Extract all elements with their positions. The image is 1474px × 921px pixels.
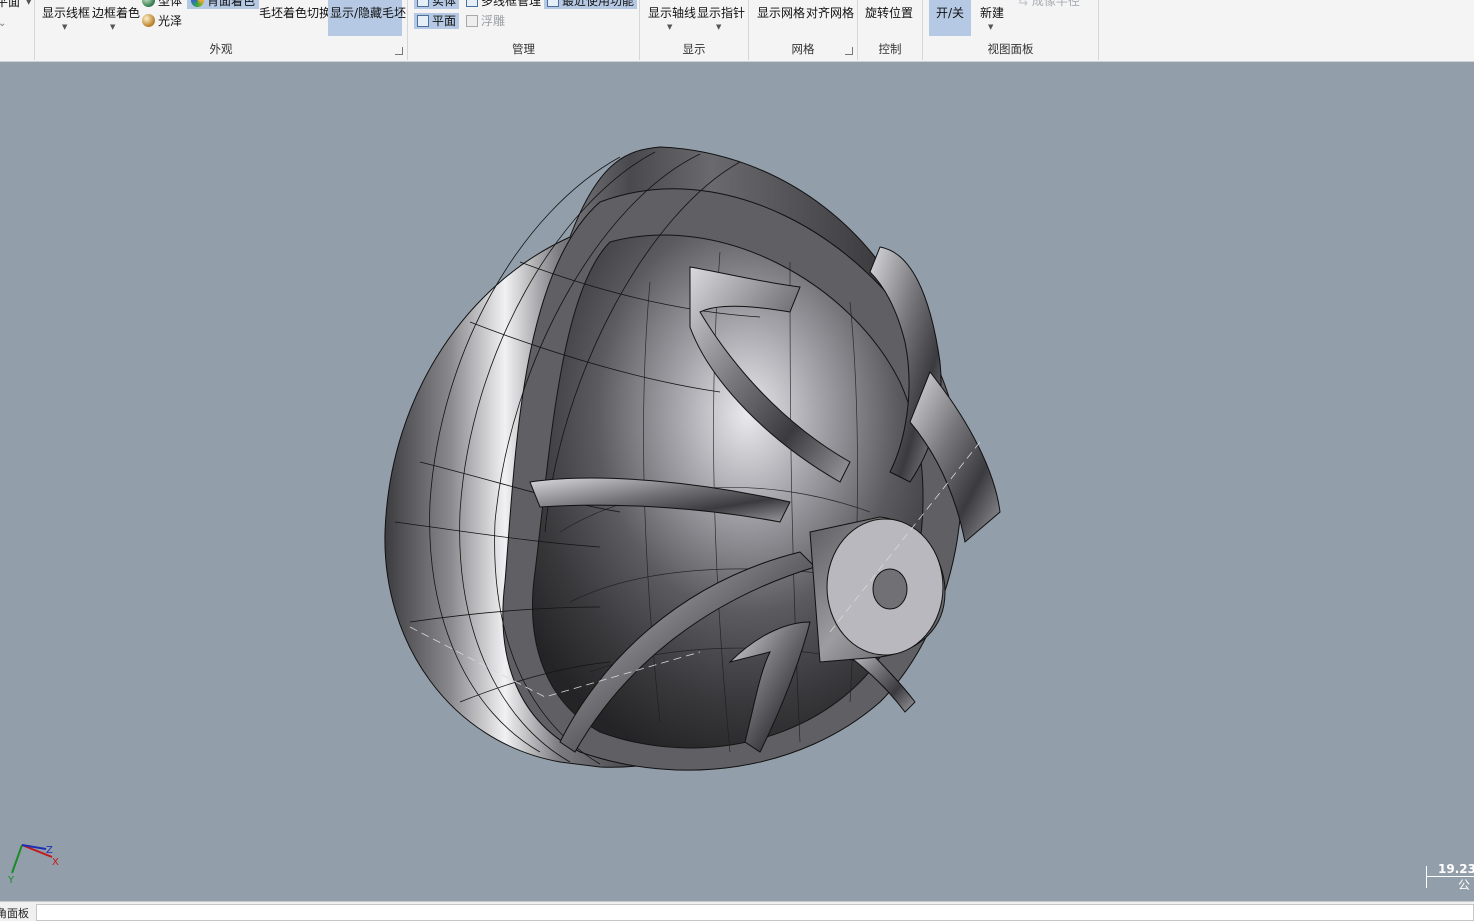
bottom-panel-bar: 角面板	[0, 901, 1474, 921]
rotate-position-button[interactable]: 旋转位置	[865, 5, 913, 21]
appearance-group-label: 外观	[209, 42, 233, 56]
show-wireframe-button[interactable]: 显示线框	[42, 5, 90, 21]
wireframe-manager-button[interactable]: 多线框管理	[466, 0, 541, 9]
3d-viewport[interactable]: Y X Z 19.23 公	[0, 62, 1474, 901]
ribbon-group-appearance: 显示线框 ▼ 边框着色 ▼ 型体 光泽 背面着色 毛坯着色切换 显示/隐藏毛坯 …	[35, 0, 408, 60]
axis-y-label: Y	[7, 875, 15, 886]
ribbon-group-grid: 显示网格 对齐网格 网格	[749, 0, 858, 60]
plane-icon	[417, 15, 429, 27]
axis-triad: Y X Z	[7, 844, 59, 886]
shading-ball-icon	[142, 0, 155, 7]
previous-group-button[interactable]: 平面	[0, 0, 20, 10]
view-panel-group-label: 视图面板	[987, 42, 1034, 56]
panel-tab[interactable]: 角面板	[0, 905, 29, 921]
show-grid-button[interactable]: 显示网格	[757, 5, 805, 21]
float-icon	[466, 15, 478, 27]
manage-group-label: 管理	[512, 42, 535, 56]
solid-button[interactable]: 实体	[414, 0, 460, 9]
chevron-down-icon: ▼	[110, 23, 116, 31]
ribbon-group-view-panel: 开/关 新建 ▼ ⇆ 成像半径 视图面板	[923, 0, 1099, 60]
wireframe-manager-icon	[466, 0, 478, 7]
gloss-ball-icon	[142, 14, 155, 27]
impeller-model[interactable]: Y X Z	[0, 62, 1474, 901]
ribbon-group-display: 显示轴线 ▼ 显示指针 ▼ 显示	[640, 0, 749, 60]
axis-z-label: Z	[46, 845, 53, 856]
recent-functions-label: 最近使用功能	[562, 0, 635, 8]
edge-shading-button[interactable]: 边框着色	[92, 5, 140, 21]
backface-shading-button[interactable]: 背面着色	[187, 0, 260, 9]
solid-icon	[417, 0, 429, 7]
control-group-label: 控制	[878, 42, 902, 56]
float-label: 浮雕	[481, 14, 506, 28]
ribbon-group-previous: 平面 ▼ ⌄	[0, 0, 35, 60]
toggle-blank-button[interactable]: 显示/隐藏毛坯	[328, 0, 406, 36]
dialog-launcher-icon[interactable]	[845, 47, 853, 55]
chevron-down-icon: ▼	[988, 23, 994, 31]
gloss-label: 光泽	[158, 14, 183, 28]
recent-functions-icon	[547, 0, 559, 7]
ribbon-group-manage: 实体 平面 多线框管理 浮雕 最近使用功能 管理	[408, 0, 640, 60]
chevron-down-icon: ▼	[716, 23, 722, 31]
view-panel-toggle-button[interactable]: 开/关	[929, 0, 971, 36]
axis-small-icon: ⌄	[0, 18, 7, 29]
chevron-down-icon: ▼	[62, 23, 68, 31]
panel-content-area[interactable]	[36, 904, 1474, 921]
shading-button[interactable]: 型体	[142, 0, 182, 9]
gloss-button[interactable]: 光泽	[142, 13, 182, 29]
chevron-down-icon: ▼	[26, 0, 32, 6]
remove-radius-icon: ⇆	[1018, 0, 1032, 8]
display-group-label: 显示	[682, 42, 706, 56]
shade-mode-label: 背面着色	[207, 0, 256, 8]
axis-x-label: X	[52, 857, 59, 868]
scale-bar	[1426, 866, 1427, 888]
plane-label: 平面	[432, 14, 457, 28]
remove-radius-button[interactable]: ⇆ 成像半径	[1018, 0, 1080, 9]
remove-radius-label: 成像半径	[1031, 0, 1080, 8]
chevron-down-icon: ▼	[667, 23, 673, 31]
recent-functions-button[interactable]: 最近使用功能	[544, 0, 638, 9]
scale-unit: 公	[1458, 878, 1471, 892]
grid-group-label: 网格	[791, 42, 815, 56]
ribbon-toolbar: 平面 ▼ ⌄ 显示线框 ▼ 边框着色 ▼ 型体 光泽 背面着色 毛坯着色切换 显…	[0, 0, 1474, 62]
shade-mode-icon	[191, 0, 204, 7]
scale-indicator: 19.23 公	[1426, 862, 1474, 892]
float-button[interactable]: 浮雕	[466, 13, 505, 29]
blank-shade-switch-button[interactable]: 毛坯着色切换	[259, 5, 331, 21]
dialog-launcher-icon[interactable]	[395, 47, 403, 55]
show-axis-button[interactable]: 显示轴线	[648, 5, 696, 21]
wireframe-manager-label: 多线框管理	[481, 0, 542, 8]
solid-label: 实体	[432, 0, 457, 8]
view-panel-new-button[interactable]: 新建	[980, 5, 1004, 21]
snap-grid-button[interactable]: 对齐网格	[806, 5, 854, 21]
ribbon-group-control: 旋转位置 控制	[858, 0, 923, 60]
plane-button[interactable]: 平面	[414, 13, 460, 29]
scale-value: 19.23	[1438, 862, 1474, 876]
show-pointer-button[interactable]: 显示指针	[697, 5, 745, 21]
shading-label: 型体	[158, 0, 183, 8]
